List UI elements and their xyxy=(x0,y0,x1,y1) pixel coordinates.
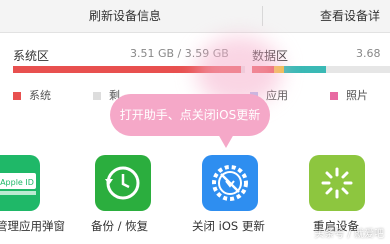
svg-text:Apple ID: Apple ID xyxy=(0,178,34,187)
legend-photos: 照片 xyxy=(330,87,368,103)
tooltip-tail xyxy=(218,134,234,148)
restart-icon xyxy=(321,167,353,199)
manage-app-popup-label: 管理应用弹窗 xyxy=(0,219,65,233)
backup-restore-icon xyxy=(105,166,140,200)
tooltip-bubble: 打开助手、点关闭iOS更新 xyxy=(110,94,270,136)
refresh-device-info-button[interactable]: 刷新设备信息 xyxy=(89,0,161,32)
restart-device-tile[interactable] xyxy=(309,155,365,211)
manage-app-popup-tile[interactable]: Apple ID xyxy=(0,155,40,211)
apple-id-icon: Apple ID xyxy=(0,173,36,195)
legend-remaining-swatch xyxy=(93,92,101,100)
legend-system: 系统 xyxy=(13,87,51,103)
backup-restore-tile[interactable] xyxy=(95,155,151,211)
ios-update-off-icon xyxy=(212,165,248,201)
device-toolbar: 刷新设备信息 查看设备详 xyxy=(0,0,390,33)
backup-restore-label: 备份 / 恢复 xyxy=(91,219,149,233)
close-ios-update-tile[interactable] xyxy=(202,155,258,211)
legend-photos-swatch xyxy=(330,92,338,100)
toolbar-divider xyxy=(262,6,263,26)
data-apps-segment xyxy=(284,66,326,73)
data-partition-usage: 3.68 xyxy=(356,47,381,60)
legend-system-swatch xyxy=(13,92,21,100)
system-partition-label: 系统区 xyxy=(13,49,50,63)
watermark: 头条号 / 就爱吧 xyxy=(314,229,384,240)
close-ios-update-label: 关闭 iOS 更新 xyxy=(192,219,265,233)
view-device-details-button[interactable]: 查看设备详 xyxy=(320,0,380,32)
